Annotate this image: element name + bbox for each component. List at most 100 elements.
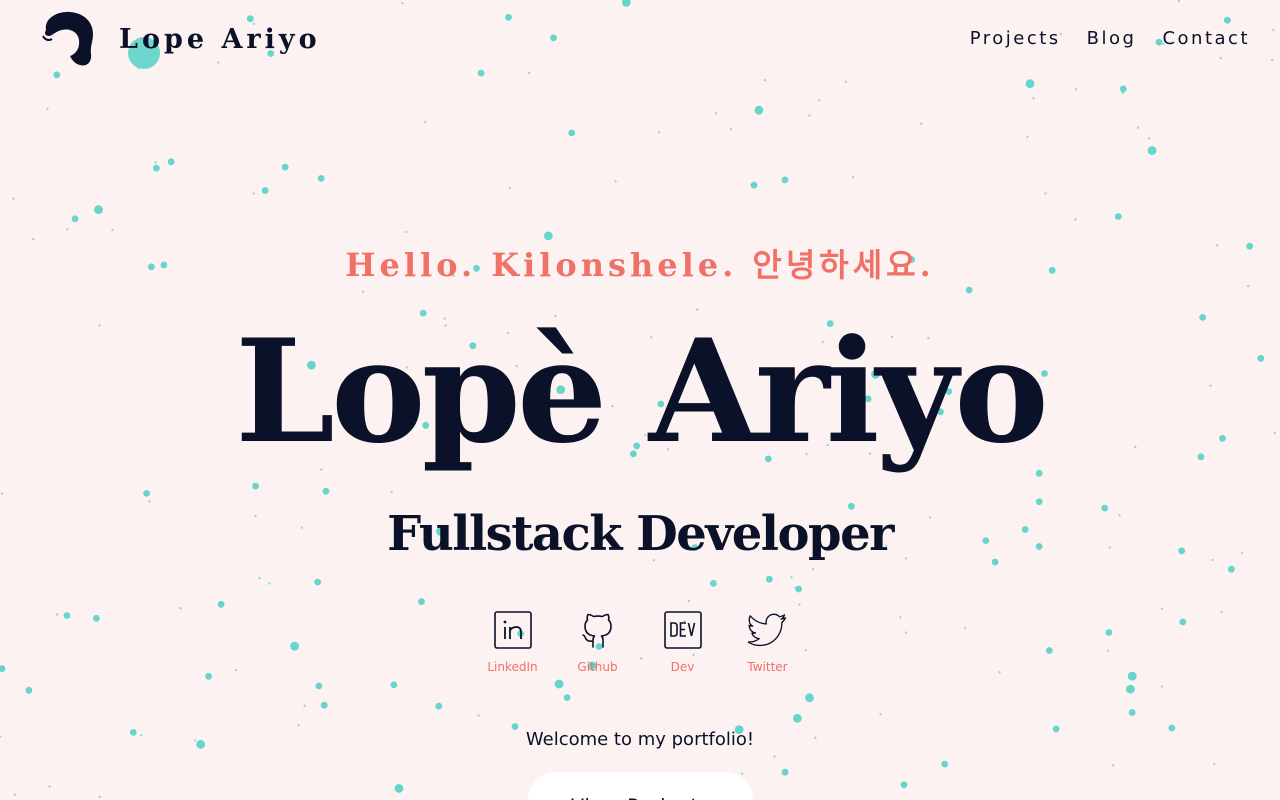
main-nav: Projects Blog Contact <box>970 28 1250 49</box>
dev-icon[interactable] <box>663 610 703 650</box>
particle-dot <box>781 768 789 776</box>
linkedin-icon[interactable] <box>493 610 533 650</box>
particle-dot <box>390 490 393 493</box>
particle-dot <box>563 694 571 701</box>
particle-dot <box>12 197 15 200</box>
page: Lope Ariyo Projects Blog Contact Hello. … <box>0 0 1280 800</box>
nav-contact[interactable]: Contact <box>1162 28 1250 49</box>
particle-dot <box>714 112 718 115</box>
particle-dot <box>322 487 330 495</box>
social-twitter[interactable]: Twitter <box>725 610 810 674</box>
particle-dot <box>290 641 299 651</box>
particle-dot <box>252 482 259 490</box>
particle-dot <box>904 631 908 634</box>
particle-dot <box>773 755 776 758</box>
particle-dot <box>1137 126 1140 129</box>
particle-dot <box>1148 137 1151 140</box>
twitter-icon[interactable] <box>747 610 788 650</box>
particle-dot <box>66 228 69 231</box>
particle-dot <box>508 186 511 189</box>
particle-dot <box>811 568 815 571</box>
particle-dot <box>94 205 103 215</box>
site-header: Lope Ariyo Projects Blog Contact <box>0 0 1280 84</box>
particle-dot <box>1228 565 1235 573</box>
particle-dot <box>1026 135 1029 139</box>
particle-dot <box>153 164 160 172</box>
hero-role: Fullstack Developer <box>387 506 894 562</box>
particle-dot <box>710 580 717 587</box>
social-github[interactable]: Github <box>555 610 640 674</box>
particle-dot <box>1105 629 1113 636</box>
particle-dot <box>93 614 100 622</box>
social-dev[interactable]: Dev <box>640 610 725 674</box>
particle-dot <box>1127 671 1137 681</box>
particle-dot <box>1147 146 1157 155</box>
particle-dot <box>1114 213 1122 220</box>
particle-dot <box>765 575 773 583</box>
particle-dot <box>998 671 1001 674</box>
particle-dot <box>361 290 365 293</box>
particle-dot <box>750 181 758 189</box>
particle-dot <box>614 180 617 183</box>
particle-dot <box>963 626 967 629</box>
particle-dot <box>394 784 404 793</box>
particle-dot <box>143 490 151 497</box>
particle-dot <box>754 105 764 115</box>
particle-dot <box>258 577 261 580</box>
particle-dot <box>477 714 480 717</box>
nav-blog[interactable]: Blog <box>1087 28 1137 49</box>
particle-dot <box>303 704 306 707</box>
social-linkedin[interactable]: LinkedIn <box>470 610 555 674</box>
particle-dot <box>154 161 157 164</box>
particle-dot <box>920 122 923 125</box>
hero-name: Lopè Ariyo <box>235 309 1049 475</box>
particle-dot <box>0 492 4 495</box>
particle-dot <box>317 175 325 182</box>
nav-projects[interactable]: Projects <box>970 28 1061 49</box>
particle-dot <box>1160 685 1164 688</box>
github-icon[interactable] <box>578 610 618 650</box>
particle-dot <box>808 114 811 117</box>
particle-dot <box>71 215 79 223</box>
brand-name[interactable]: Lope Ariyo <box>119 24 321 55</box>
particle-dot <box>418 598 425 605</box>
particle-dot <box>899 616 902 619</box>
social-label: Twitter <box>747 660 788 674</box>
particle-dot <box>798 603 801 606</box>
particle-dot <box>167 158 175 166</box>
particle-dot <box>851 176 855 179</box>
particle-dot <box>405 230 408 234</box>
particle-dot <box>568 129 576 137</box>
view-projects-button[interactable]: View Projects <box>528 772 753 800</box>
particle-dot <box>1220 610 1223 614</box>
particle-dot <box>1106 649 1110 652</box>
particle-dot <box>1213 762 1216 765</box>
particle-dot <box>13 793 17 796</box>
particle-dot <box>98 795 101 799</box>
greeting-text: Hello. Kilonshele. 안녕하세요. <box>345 246 935 284</box>
particle-dot <box>205 672 213 680</box>
social-label: Dev <box>670 660 695 674</box>
particle-dot <box>781 176 789 184</box>
particle-dot <box>657 131 661 134</box>
particle-dot <box>790 576 793 579</box>
particle-dot <box>48 785 51 788</box>
particle-dot <box>1160 607 1164 611</box>
particle-dot <box>297 724 300 727</box>
particle-dot <box>234 669 238 672</box>
particle-dot <box>111 228 114 232</box>
particle-dot <box>315 682 323 690</box>
particle-dot <box>805 693 814 703</box>
particle-dot <box>1179 618 1187 626</box>
particle-dot <box>794 586 797 590</box>
particle-dot <box>46 107 49 111</box>
particle-dot <box>1045 647 1053 654</box>
particle-dot <box>729 128 733 131</box>
particle-dot <box>261 187 269 194</box>
welcome-text: Welcome to my portfolio! <box>525 729 755 750</box>
particle-dot <box>435 702 443 710</box>
particle-dot <box>817 99 821 102</box>
particle-dot <box>217 600 225 608</box>
avatar-logo-icon[interactable] <box>40 10 100 70</box>
particle-dot <box>179 607 182 610</box>
